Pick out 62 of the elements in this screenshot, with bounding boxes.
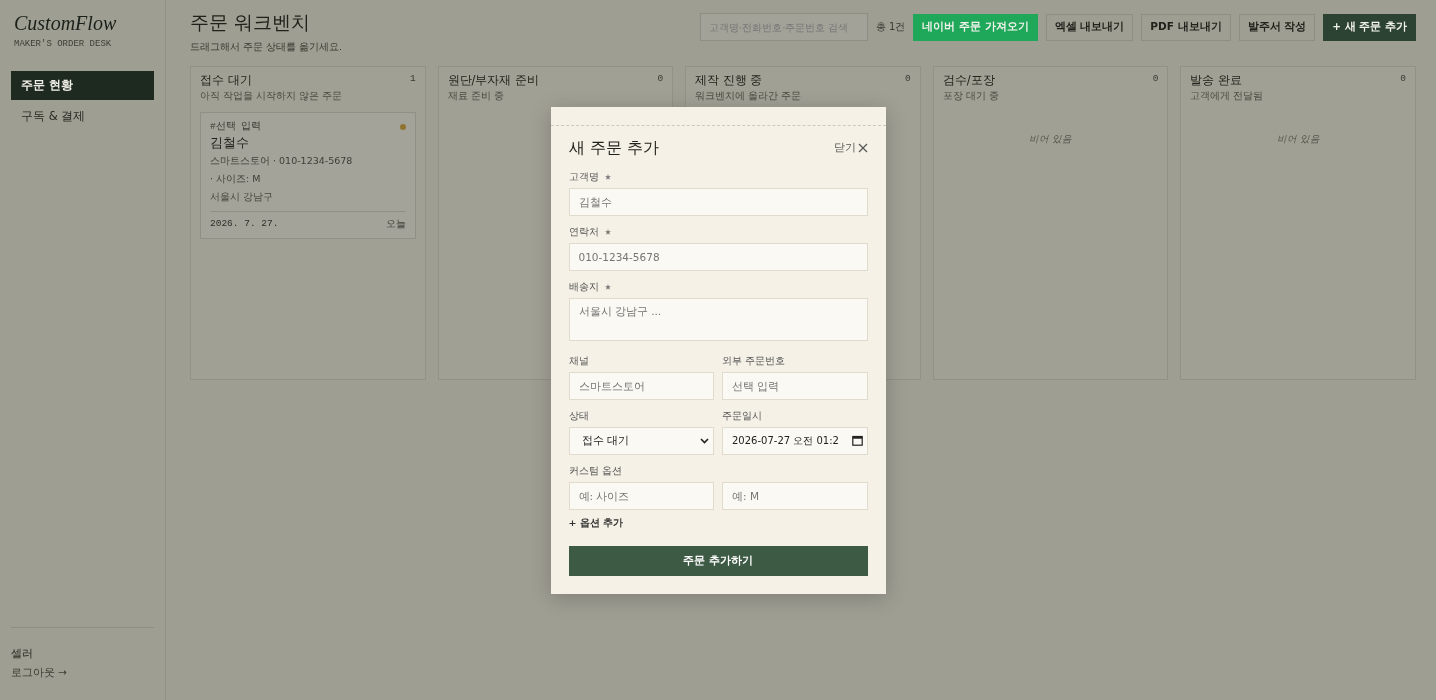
address-field[interactable]: 서울시 강남구 ... bbox=[568, 297, 868, 341]
card-tag: #선택 입력 bbox=[210, 120, 262, 133]
submit-button[interactable]: 주문 추가하기 bbox=[568, 545, 868, 576]
card-contact: 스마트스토어 · 010-1234-5678 bbox=[210, 155, 354, 168]
field-label: 배송지 bbox=[568, 280, 599, 294]
nav-item[interactable]: 주문 현황 bbox=[11, 71, 154, 100]
column-subtitle: 워크벤치에 올라간 주문 bbox=[695, 90, 803, 103]
field-label: 연락처 bbox=[568, 225, 599, 239]
column-subtitle: 포장 대기 중 bbox=[942, 90, 1000, 103]
field-label: 채널 bbox=[568, 354, 589, 368]
user-name: 셀러 bbox=[11, 646, 34, 661]
modal-title: 새 주문 추가 bbox=[568, 137, 659, 159]
card-date: 2026. 7. 27. bbox=[210, 218, 279, 231]
tagline: MAKER'S ORDER DESK bbox=[14, 39, 113, 49]
column-title: 검수/포장 bbox=[942, 73, 995, 88]
input-field[interactable]: 스마트스토어 bbox=[568, 371, 714, 400]
page-title: 주문 워크벤치 bbox=[190, 10, 312, 35]
column-subtitle: 아직 작업을 시작하지 않은 주문 bbox=[200, 90, 344, 103]
field-label: 외부 주문번호 bbox=[722, 354, 786, 368]
field-label: 고객명 bbox=[568, 170, 599, 184]
page-subtitle: 드래그해서 주문 상태를 옮기세요. bbox=[190, 41, 343, 54]
chevron-icon bbox=[700, 437, 709, 444]
close-button[interactable]: 닫기 bbox=[833, 141, 868, 155]
close-icon bbox=[857, 143, 868, 153]
column-subtitle: 재료 준비 중 bbox=[447, 90, 505, 103]
input-field[interactable]: 김철수 bbox=[568, 187, 868, 216]
field-label: 상태 bbox=[568, 409, 589, 423]
card-address: 서울시 강남구 bbox=[210, 191, 275, 204]
input-field[interactable]: 예: M bbox=[722, 481, 868, 510]
calendar-icon bbox=[851, 435, 863, 446]
column-count: 0 bbox=[657, 73, 664, 86]
datetime-field[interactable]: 2026-07-27 오전 01:2 bbox=[722, 426, 868, 455]
customer-name: 김철수 bbox=[210, 135, 250, 152]
logo: CustomFlow bbox=[14, 12, 118, 35]
add-option-button[interactable]: + 옵션 추가 bbox=[568, 516, 624, 530]
logout-link[interactable]: 로그아웃 → bbox=[11, 666, 154, 680]
input-field[interactable]: 선택 입력 bbox=[722, 371, 868, 400]
card-option: · 사이즈: M bbox=[210, 173, 406, 186]
card-when: 오늘 bbox=[385, 218, 406, 231]
order-card[interactable]: #선택 입력 김철수 스마트스토어 · 010-1234-5678 · 사이즈: M 서울시 강남구 2026. 7. 27. 오늘 bbox=[200, 112, 416, 239]
column-count: 0 bbox=[905, 73, 911, 86]
status-select[interactable]: 접수 대기 bbox=[568, 426, 714, 455]
input-field[interactable]: 010-1234-5678 bbox=[568, 242, 868, 271]
column-title: 원단/부자재 준비 bbox=[447, 73, 540, 88]
toolbar-button[interactable]: + 새 주문 추가 bbox=[1323, 13, 1416, 41]
nav-item[interactable]: 구독 & 결제 bbox=[11, 102, 154, 131]
column-title: 발송 완료 bbox=[1190, 73, 1243, 88]
total-count: 총 1건 bbox=[875, 20, 906, 34]
column-count: 1 bbox=[409, 73, 416, 86]
column-count: 0 bbox=[1400, 73, 1406, 86]
toolbar-button[interactable]: PDF 내보내기 bbox=[1141, 13, 1231, 41]
toolbar-button[interactable]: 엑셀 내보내기 bbox=[1045, 13, 1134, 41]
field-label: 커스텀 옵션 bbox=[568, 464, 622, 478]
column-subtitle: 고객에게 전달됨 bbox=[1190, 90, 1265, 103]
field-label: 주문일시 bbox=[722, 409, 762, 423]
empty-label: 비어 있음 bbox=[1275, 133, 1321, 146]
column-title: 접수 대기 bbox=[200, 73, 252, 88]
column-title: 제작 진행 중 bbox=[695, 73, 763, 88]
input-field[interactable]: 예: 사이즈 bbox=[568, 481, 714, 510]
empty-label: 비어 있음 bbox=[1028, 133, 1074, 146]
column-count: 0 bbox=[1152, 73, 1159, 86]
toolbar-button[interactable]: 발주서 작성 bbox=[1238, 13, 1316, 41]
